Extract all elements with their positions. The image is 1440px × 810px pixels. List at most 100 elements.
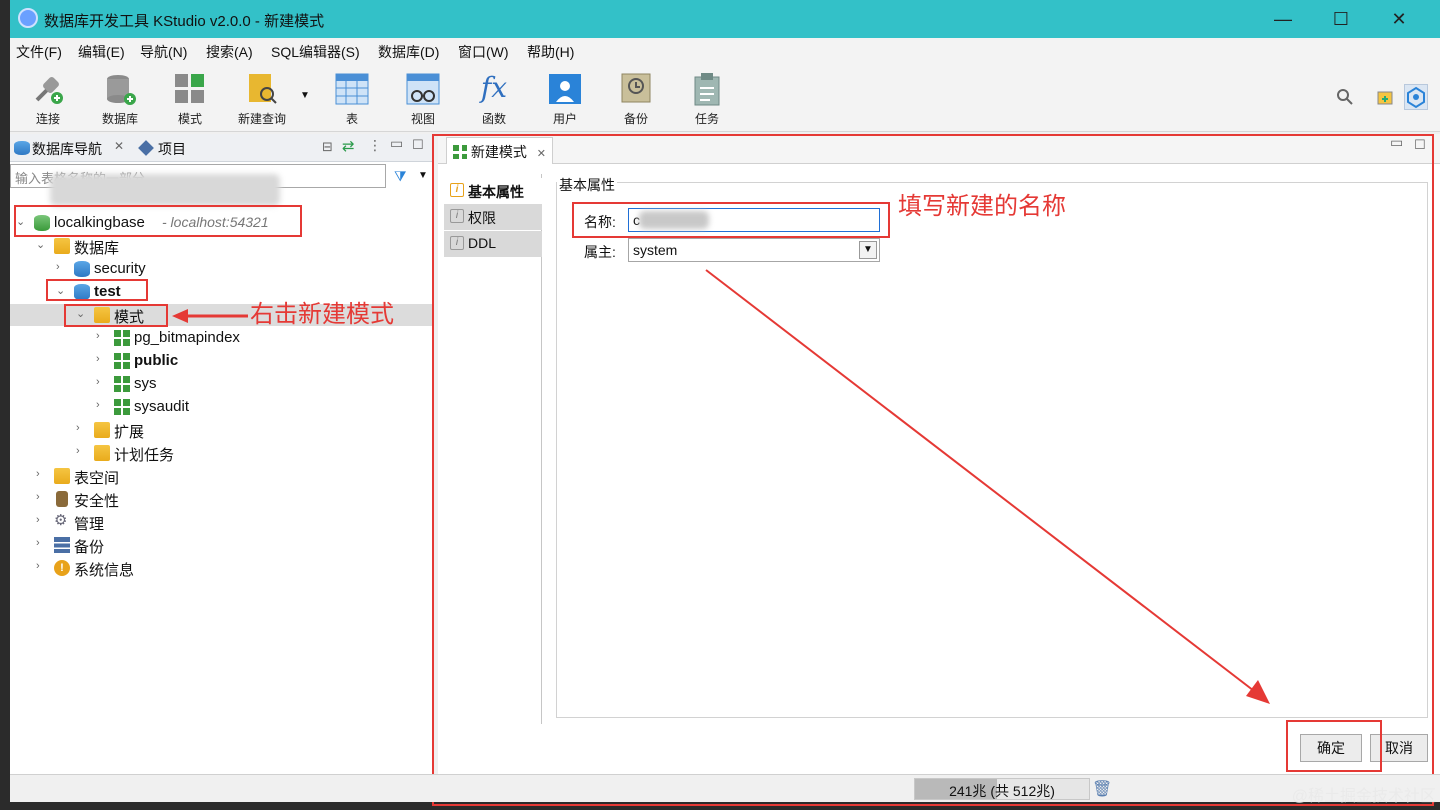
table-icon <box>335 72 369 106</box>
chevron-right-icon[interactable]: › <box>96 399 108 413</box>
menu-file[interactable]: 文件(F) <box>16 42 62 62</box>
chevron-right-icon[interactable]: › <box>96 376 108 390</box>
annotation-arrow-diagonal <box>705 269 1270 704</box>
kstudio-perspective-icon[interactable] <box>1404 84 1428 110</box>
chevron-right-icon[interactable]: › <box>76 445 88 459</box>
tree-item-sysaudit[interactable]: › sysaudit <box>10 396 434 418</box>
minimize-view-icon[interactable]: ▭ <box>390 135 403 152</box>
chevron-right-icon[interactable]: › <box>96 353 108 367</box>
blurred-redaction <box>50 174 280 206</box>
schema-button[interactable]: 模式 <box>160 70 220 128</box>
chevron-right-icon[interactable]: › <box>76 422 88 436</box>
chevron-down-icon[interactable]: ⌄ <box>36 238 48 252</box>
menu-navigate[interactable]: 导航(N) <box>140 42 187 62</box>
annotation-box-test <box>46 279 148 301</box>
database-icon <box>103 72 137 106</box>
annotation-box-name <box>572 202 890 238</box>
function-icon: fx <box>480 71 508 104</box>
layers-icon <box>54 537 70 553</box>
view-button[interactable]: 视图 <box>393 70 453 128</box>
tree-item-management[interactable]: › ⚙ 管理 <box>10 511 434 533</box>
tab-project[interactable]: 项目 <box>158 139 186 159</box>
schema-icon <box>114 330 130 346</box>
folder-icon <box>94 445 110 461</box>
chevron-right-icon[interactable]: › <box>96 330 108 344</box>
menu-search[interactable]: 搜索(A) <box>206 42 253 62</box>
tree-item-security-db[interactable]: › security <box>10 258 434 280</box>
chevron-right-icon[interactable]: › <box>36 537 48 551</box>
menu-edit[interactable]: 编辑(E) <box>78 42 125 62</box>
schema-icon <box>114 376 130 392</box>
close-tab-icon[interactable]: ✕ <box>114 139 124 153</box>
filter-dropdown-icon[interactable]: ▼ <box>418 170 428 181</box>
annotation-box-connection <box>14 205 302 237</box>
tree-item-system-info[interactable]: › ! 系统信息 <box>10 557 434 579</box>
tree-item-security[interactable]: › 安全性 <box>10 488 434 510</box>
tree-item-backup[interactable]: › 备份 <box>10 534 434 556</box>
lock-icon <box>56 491 68 507</box>
search-icon[interactable] <box>1336 88 1354 109</box>
menu-bar: 文件(F) 编辑(E) 导航(N) 搜索(A) SQL编辑器(S) 数据库(D)… <box>10 38 1440 64</box>
folder-icon <box>54 238 70 254</box>
title-bar: 数据库开发工具 KStudio v2.0.0 - 新建模式 — ☐ ✕ <box>10 0 1440 38</box>
collapse-all-icon[interactable]: ⊟ <box>322 139 333 155</box>
watermark-text: @稀土掘金技术社区 <box>1291 788 1436 805</box>
annotation-box-ok <box>1286 720 1382 772</box>
chevron-right-icon[interactable]: › <box>36 560 48 574</box>
backup-icon <box>619 72 653 106</box>
plug-icon <box>31 72 65 106</box>
trash-icon[interactable]: 🗑 <box>1092 779 1112 799</box>
tree-item-extensions[interactable]: › 扩展 <box>10 419 434 441</box>
clipboard-icon <box>690 72 724 106</box>
menu-sql-editor[interactable]: SQL编辑器(S) <box>271 42 360 62</box>
database-icon <box>74 261 90 277</box>
maximize-view-icon[interactable]: ☐ <box>412 137 424 153</box>
main-toolbar: 连接 数据库 模式 新建查询 ▼ 表 视图 fx 函数 用户 备份 任务 <box>10 64 1440 132</box>
menu-window[interactable]: 窗口(W) <box>458 42 509 62</box>
chevron-right-icon[interactable]: › <box>56 261 68 275</box>
backup-button[interactable]: 备份 <box>606 70 666 128</box>
chevron-right-icon[interactable]: › <box>36 491 48 505</box>
tree-item-sys[interactable]: › sys <box>10 373 434 395</box>
close-window-button[interactable]: ✕ <box>1376 4 1422 34</box>
view-menu-icon[interactable]: ⋮ <box>368 137 382 154</box>
table-button[interactable]: 表 <box>322 70 382 128</box>
user-button[interactable]: 用户 <box>535 70 595 128</box>
chevron-right-icon[interactable]: › <box>36 514 48 528</box>
annotation-fill-name: 填写新建的名称 <box>898 193 1066 220</box>
database-navigator-panel: 数据库导航 ✕ 项目 ⊟ ⇄ ⋮ ▭ ☐ 输入表格名称的一部分 ⧩ ▼ ⌄ lo… <box>10 134 434 774</box>
new-query-button[interactable]: 新建查询 <box>232 70 292 128</box>
perspective-icon[interactable] <box>1376 88 1396 111</box>
status-bar: 241兆 (共 512兆) 🗑 <box>10 774 1440 802</box>
annotation-right-click: 右击新建模式 <box>250 301 394 328</box>
heap-status[interactable]: 241兆 (共 512兆) <box>914 778 1090 800</box>
tree-item-databases[interactable]: ⌄ 数据库 <box>10 235 434 257</box>
schema-icon <box>114 353 130 369</box>
filter-icon[interactable]: ⧩ <box>394 168 407 185</box>
tab-database-navigator[interactable]: 数据库导航 <box>32 139 102 159</box>
new-query-dropdown-icon[interactable]: ▼ <box>300 90 310 101</box>
menu-help[interactable]: 帮助(H) <box>527 42 574 62</box>
task-button[interactable]: 任务 <box>677 70 737 128</box>
connect-button[interactable]: 连接 <box>18 70 78 128</box>
function-button[interactable]: fx 函数 <box>464 70 524 128</box>
tree-item-pg-bitmapindex[interactable]: › pg_bitmapindex <box>10 327 434 349</box>
chevron-right-icon[interactable]: › <box>36 468 48 482</box>
link-editor-icon[interactable]: ⇄ <box>342 137 355 155</box>
new-schema-editor: 新建模式 ✕ ▭ ☐ i 基本属性 i 权限 i DDL 基本属性 名称: c … <box>432 134 1440 806</box>
sql-query-icon <box>245 72 279 106</box>
tree-item-tablespaces[interactable]: › 表空间 <box>10 465 434 487</box>
app-logo-icon <box>18 8 38 28</box>
database-button[interactable]: 数据库 <box>90 70 150 128</box>
app-window: 数据库开发工具 KStudio v2.0.0 - 新建模式 — ☐ ✕ 文件(F… <box>10 0 1440 806</box>
navigator-db-icon <box>14 141 30 155</box>
view-icon <box>406 72 440 106</box>
user-icon <box>548 72 582 106</box>
annotation-arrow-left <box>172 309 248 323</box>
tree-item-scheduled-tasks[interactable]: › 计划任务 <box>10 442 434 464</box>
tree-item-public[interactable]: › public <box>10 350 434 372</box>
minimize-button[interactable]: — <box>1260 4 1306 34</box>
menu-database[interactable]: 数据库(D) <box>378 42 439 62</box>
maximize-button[interactable]: ☐ <box>1318 4 1364 34</box>
folder-icon <box>54 468 70 484</box>
